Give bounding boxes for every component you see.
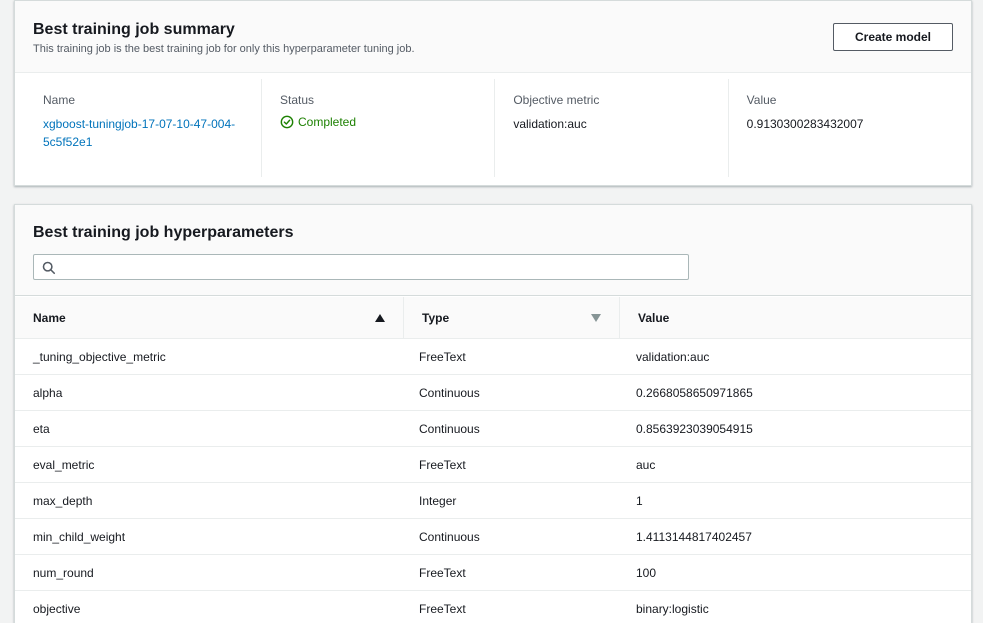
cell-type: FreeText bbox=[419, 565, 466, 580]
table-body: _tuning_objective_metric FreeText valida… bbox=[15, 339, 971, 623]
status-indicator: Completed bbox=[280, 115, 476, 129]
best-training-job-hyperparameters-panel: Best training job hyperparameters Name T… bbox=[14, 204, 972, 623]
cell-type: Continuous bbox=[419, 385, 480, 400]
name-label: Name bbox=[43, 93, 76, 107]
cell-name: max_depth bbox=[33, 493, 93, 508]
objective-value: 0.9130300283432007 bbox=[746, 117, 864, 131]
hyperparameters-title: Best training job hyperparameters bbox=[33, 224, 294, 241]
sort-descending-icon[interactable] bbox=[591, 313, 601, 322]
cell-type: FreeText bbox=[419, 457, 466, 472]
cell-name: _tuning_objective_metric bbox=[33, 349, 166, 364]
cell-value: 100 bbox=[636, 565, 657, 580]
cell-type: FreeText bbox=[419, 349, 466, 364]
summary-description: This training job is the best training j… bbox=[33, 43, 415, 55]
table-row: eval_metric FreeText auc bbox=[15, 447, 971, 483]
table-row: max_depth Integer 1 bbox=[15, 483, 971, 519]
check-circle-icon bbox=[280, 115, 294, 129]
summary-fields: Name xgboost-tuningjob-17-07-10-47-004-5… bbox=[25, 79, 961, 177]
objective-metric-value: validation:auc bbox=[513, 117, 587, 131]
table-row: alpha Continuous 0.2668058650971865 bbox=[15, 375, 971, 411]
cell-name: eta bbox=[33, 421, 50, 436]
summary-header: Best training job summary This training … bbox=[15, 1, 971, 73]
cell-value: 1.4113144817402457 bbox=[636, 529, 752, 544]
search-box bbox=[33, 254, 689, 280]
column-header-name[interactable]: Name bbox=[15, 297, 403, 338]
cell-type: Continuous bbox=[419, 421, 480, 436]
column-header-value-label: Value bbox=[638, 310, 670, 325]
column-header-type-label: Type bbox=[422, 310, 450, 325]
cell-name: eval_metric bbox=[33, 457, 95, 472]
summary-title: Best training job summary bbox=[33, 21, 235, 38]
hyperparameters-header: Best training job hyperparameters bbox=[15, 205, 971, 296]
column-header-type[interactable]: Type bbox=[403, 297, 619, 338]
cell-value: 0.8563923039054915 bbox=[636, 421, 753, 436]
table-row: eta Continuous 0.8563923039054915 bbox=[15, 411, 971, 447]
cell-name: num_round bbox=[33, 565, 94, 580]
search-input[interactable] bbox=[60, 255, 680, 279]
status-value: Completed bbox=[298, 115, 357, 129]
cell-value: 1 bbox=[636, 493, 643, 508]
value-label: Value bbox=[746, 93, 777, 107]
cell-value: auc bbox=[636, 457, 656, 472]
cell-name: objective bbox=[33, 601, 81, 616]
best-training-job-summary-panel: Best training job summary This training … bbox=[14, 0, 972, 186]
table-row: _tuning_objective_metric FreeText valida… bbox=[15, 339, 971, 375]
table-row: objective FreeText binary:logistic bbox=[15, 591, 971, 623]
status-column: Status Completed bbox=[262, 79, 496, 177]
cell-type: FreeText bbox=[419, 601, 466, 616]
cell-type: Integer bbox=[419, 493, 457, 508]
sort-ascending-icon[interactable] bbox=[375, 313, 385, 322]
column-header-value[interactable]: Value bbox=[619, 297, 971, 338]
objective-metric-label: Objective metric bbox=[513, 93, 600, 107]
column-header-name-label: Name bbox=[33, 310, 66, 325]
training-job-name-link[interactable]: xgboost-tuningjob-17-07-10-47-004-5c5f52… bbox=[43, 115, 243, 151]
cell-value: 0.2668058650971865 bbox=[636, 385, 753, 400]
table-row: num_round FreeText 100 bbox=[15, 555, 971, 591]
cell-type: Continuous bbox=[419, 529, 480, 544]
create-model-button[interactable]: Create model bbox=[833, 23, 953, 51]
value-column: Value 0.9130300283432007 bbox=[729, 79, 961, 177]
cell-name: min_child_weight bbox=[33, 529, 126, 544]
cell-value: validation:auc bbox=[636, 349, 710, 364]
objective-metric-column: Objective metric validation:auc bbox=[495, 79, 729, 177]
table-row: min_child_weight Continuous 1.4113144817… bbox=[15, 519, 971, 555]
name-column: Name xgboost-tuningjob-17-07-10-47-004-5… bbox=[25, 79, 262, 177]
search-icon bbox=[42, 261, 56, 275]
cell-name: alpha bbox=[33, 385, 63, 400]
cell-value: binary:logistic bbox=[636, 601, 709, 616]
table-header: Name Type Value bbox=[15, 297, 971, 339]
status-label: Status bbox=[280, 93, 315, 107]
